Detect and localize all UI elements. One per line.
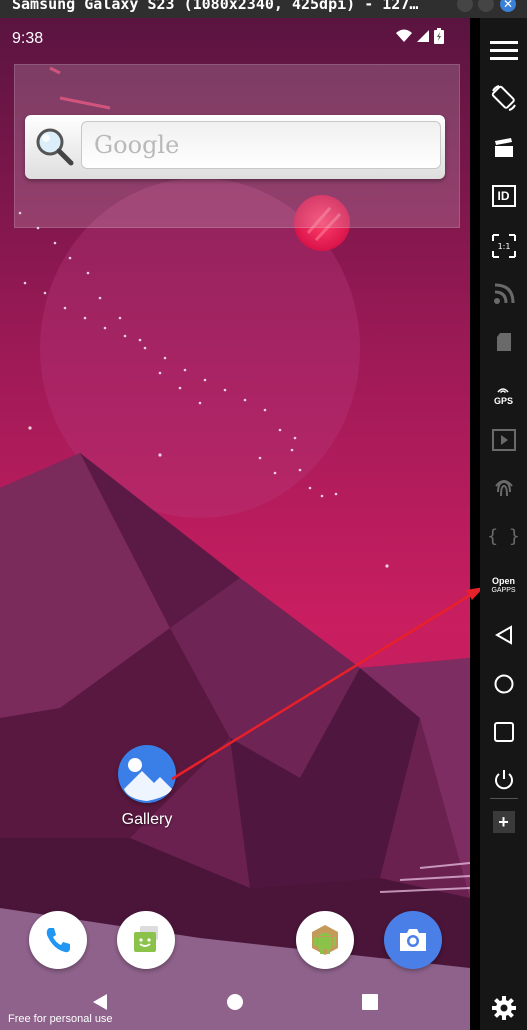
open-gapps-sublabel: GAPPS — [491, 587, 516, 594]
rotate-button[interactable] — [480, 80, 527, 116]
screen-record-button[interactable] — [480, 130, 527, 166]
pixel-perfect-button[interactable]: 1:1 — [480, 228, 527, 264]
status-time: 9:38 — [12, 30, 44, 47]
phone-icon[interactable] — [29, 911, 87, 969]
gps-signal-icon — [497, 388, 510, 394]
back-icon[interactable] — [90, 992, 110, 1012]
media-icon[interactable] — [491, 429, 516, 451]
media-button[interactable] — [480, 422, 527, 458]
search-placeholder: Google — [94, 131, 180, 159]
back-icon[interactable] — [493, 624, 515, 646]
search-widget: Google — [14, 64, 460, 228]
open-gapps-button[interactable]: Open GAPPS — [480, 568, 527, 604]
power-button[interactable] — [480, 762, 527, 798]
close-button[interactable]: ✕ — [500, 0, 516, 12]
device-screen[interactable]: 9:38 Google Gallery Free for personal us… — [0, 18, 470, 1030]
recents-icon[interactable] — [493, 721, 515, 743]
gps-label: GPS — [493, 396, 513, 406]
gps-button[interactable]: GPS — [480, 374, 527, 410]
toolbar-home-button[interactable] — [480, 666, 527, 702]
dock-camera[interactable] — [384, 911, 442, 969]
messages-icon[interactable] — [117, 911, 175, 969]
svg-text:1:1: 1:1 — [497, 242, 510, 251]
dock-phone[interactable] — [29, 911, 87, 969]
search-icon[interactable] — [33, 125, 75, 167]
sd-card-icon[interactable] — [496, 332, 512, 352]
fingerprint-icon[interactable] — [493, 476, 515, 500]
signal-icon — [417, 30, 429, 42]
add-icon[interactable]: + — [492, 811, 515, 833]
power-icon[interactable] — [492, 768, 516, 792]
home-icon[interactable] — [493, 673, 515, 695]
screen-record-icon[interactable] — [493, 137, 515, 159]
window-titlebar: Samsung Galaxy S23 (1080x2340, 425dpi) -… — [0, 0, 527, 18]
gallery-icon[interactable] — [118, 745, 176, 803]
camera-icon[interactable] — [384, 911, 442, 969]
device-id-icon[interactable]: ID — [491, 185, 516, 207]
search-input[interactable]: Google — [81, 121, 441, 169]
status-bar: 9:38 — [0, 18, 470, 58]
android-app-icon[interactable] — [296, 911, 354, 969]
menu-button[interactable] — [480, 32, 527, 68]
settings-icon[interactable] — [491, 996, 516, 1020]
rss-button[interactable] — [480, 276, 527, 312]
gallery-app[interactable]: Gallery — [107, 745, 187, 829]
dock-messages[interactable] — [117, 911, 175, 969]
toolbar-recents-button[interactable] — [480, 714, 527, 750]
recents-icon[interactable] — [360, 992, 380, 1012]
wifi-icon — [396, 29, 412, 42]
rss-icon[interactable] — [493, 283, 515, 305]
sd-card-button[interactable] — [480, 324, 527, 360]
fingerprint-button[interactable] — [480, 470, 527, 506]
toolbar-back-button[interactable] — [480, 617, 527, 653]
code-icon[interactable]: { } — [487, 526, 520, 547]
menu-icon[interactable] — [489, 40, 518, 60]
watermark-text: Free for personal use — [8, 1013, 113, 1025]
window-title: Samsung Galaxy S23 (1080x2340, 425dpi) -… — [12, 0, 419, 13]
toolbar-divider — [490, 798, 518, 799]
emulator-toolbar: ID 1:1 GPS { } Open GAPPS + — [480, 18, 527, 1030]
device-id-button[interactable]: ID — [480, 178, 527, 214]
dock-android-app[interactable] — [296, 911, 354, 969]
add-button[interactable]: + — [480, 804, 527, 840]
rotate-icon[interactable] — [491, 85, 517, 111]
code-button[interactable]: { } — [480, 518, 527, 554]
pixel-perfect-icon[interactable]: 1:1 — [491, 233, 517, 259]
open-gapps-label: Open — [491, 576, 515, 586]
home-icon[interactable] — [225, 992, 245, 1012]
maximize-button[interactable] — [478, 0, 494, 12]
gallery-label: Gallery — [121, 811, 173, 828]
battery-icon — [434, 28, 444, 44]
settings-button[interactable] — [480, 990, 527, 1026]
minimize-button[interactable] — [457, 0, 473, 12]
search-bar[interactable]: Google — [25, 115, 445, 179]
